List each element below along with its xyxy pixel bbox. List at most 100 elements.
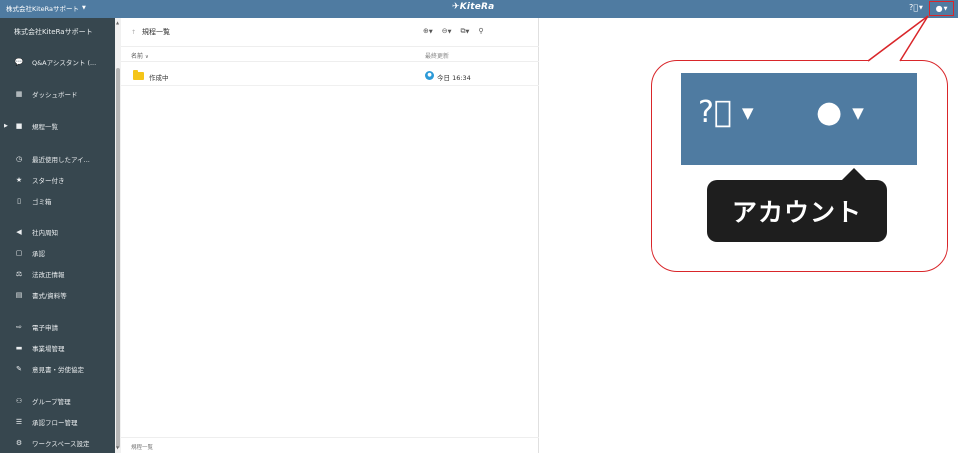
sidebar-item-groups[interactable]: ⚇ グループ管理: [0, 394, 115, 408]
sidebar-item-label: ワークスペース設定: [32, 440, 90, 448]
account-tooltip: アカウント: [707, 168, 887, 242]
sidebar-item-label: 承認: [32, 250, 45, 258]
sidebar-item-approval-flows[interactable]: ☰ 承認フロー管理: [0, 415, 115, 429]
dashboard-icon: ▦: [15, 90, 23, 98]
chevron-down-icon: ▼: [852, 103, 864, 122]
gear-icon: ⚙: [15, 439, 23, 447]
account-menu-button[interactable]: ● ▼: [929, 1, 954, 16]
sidebar-item-rules[interactable]: ▶ ■ 規程一覧: [0, 119, 115, 133]
scroll-up-icon[interactable]: ▲: [116, 20, 119, 25]
chevron-down-icon: ▼: [919, 4, 923, 11]
toolbar: ⊕▼ ⊖▼ ⧉▼ ⚲: [423, 27, 483, 36]
org-switcher[interactable]: 株式会社KiteRaサポート ▼: [6, 3, 86, 13]
arrow-up-icon[interactable]: ↑: [131, 29, 136, 36]
flow-icon: ☰: [15, 418, 23, 426]
building-icon: ▬: [15, 344, 23, 352]
sidebar-item-label: 最近使用したアイ...: [32, 156, 90, 164]
document-icon: ▤: [15, 291, 23, 299]
sidebar-item-label: ゴミ箱: [32, 198, 52, 206]
sidebar-item-label: 社内周知: [32, 229, 58, 237]
column-header-label: 名前: [131, 53, 144, 60]
chevron-right-icon[interactable]: ▶: [4, 123, 8, 129]
kite-icon: ✈: [452, 2, 460, 12]
approve-icon: ▢: [15, 249, 23, 257]
chevron-down-icon: ▼: [465, 29, 470, 35]
avatar: ●: [425, 71, 434, 80]
logo-text: KiteRa: [459, 2, 495, 12]
table-header: 名前 ∨ 最終更新: [121, 46, 539, 62]
sidebar-org-name[interactable]: 株式会社KiteRaサポート: [14, 27, 93, 37]
footer-label: 規程一覧: [131, 445, 154, 451]
sidebar-item-label: 法改正情報: [32, 271, 65, 279]
sidebar-item-workplaces[interactable]: ▬ 事業場管理: [0, 341, 115, 355]
sidebar-item-e-application[interactable]: ⇨ 電子申請: [0, 320, 115, 334]
sidebar-item-label: 書式/資料等: [32, 292, 67, 300]
sidebar-item-label: 事業場管理: [32, 345, 65, 353]
zoomed-account-button: ● ▼: [816, 98, 864, 128]
filter-button[interactable]: ⊖▼: [442, 27, 452, 36]
sidebar-item-workspace-settings[interactable]: ⚙ ワークスペース設定: [0, 436, 115, 450]
scrollbar-thumb[interactable]: [116, 68, 120, 448]
help-menu-button[interactable]: ?⃝ ▼: [909, 3, 923, 12]
column-header-updated[interactable]: 最終更新: [425, 51, 449, 60]
breadcrumb-current: 規程一覧: [142, 28, 171, 36]
chevron-down-icon: ▼: [943, 5, 948, 12]
breadcrumb: ↑ 規程一覧: [131, 27, 170, 37]
chevron-down-icon: ▼: [81, 5, 86, 11]
chevron-down-icon: ▼: [428, 29, 433, 35]
view-button[interactable]: ⧉▼: [460, 27, 469, 36]
pen-icon: ✎: [16, 365, 22, 373]
sidebar: 株式会社KiteRaサポート 💬 Q&Aアシスタント (... ▦ ダッシュボー…: [0, 18, 115, 453]
user-circle-icon: ●: [935, 4, 943, 13]
column-header-name[interactable]: 名前 ∨: [131, 51, 149, 60]
sidebar-item-labor-agreements[interactable]: ✎ 意見書・労使協定: [0, 362, 115, 376]
sidebar-item-dashboard[interactable]: ▦ ダッシュボード: [0, 87, 115, 101]
sidebar-item-label: 意見書・労使協定: [32, 366, 84, 374]
zoomed-help-button: ?⃝ ▼: [698, 98, 753, 128]
megaphone-icon: ◀: [16, 228, 22, 236]
e-application-icon: ⇨: [16, 323, 22, 331]
sidebar-item-label: 承認フロー管理: [32, 419, 78, 427]
status-footer: 規程一覧: [121, 437, 539, 453]
scale-icon: ⚖: [15, 270, 23, 278]
chevron-down-icon: ∨: [144, 54, 149, 60]
question-circle-icon: ?⃝: [698, 95, 732, 130]
user-circle-icon: ●: [816, 95, 843, 130]
table-row[interactable]: 作成中 ● 今日 16:34: [121, 68, 539, 86]
add-button[interactable]: ⊕▼: [423, 27, 433, 36]
clock-icon: ◷: [15, 155, 23, 163]
search-button[interactable]: ⚲: [478, 27, 483, 36]
search-icon: ⚲: [478, 27, 484, 35]
sidebar-item-documents[interactable]: ▤ 書式/資料等: [0, 288, 115, 302]
group-icon: ⚇: [15, 397, 23, 405]
scroll-down-icon[interactable]: ▼: [116, 445, 119, 450]
chevron-down-icon: ▼: [741, 103, 754, 122]
org-switcher-label: 株式会社KiteRaサポート: [6, 5, 79, 13]
question-circle-icon: ?⃝: [909, 3, 919, 12]
star-icon: ★: [15, 176, 23, 184]
zoomed-topbar: ?⃝ ▼ ● ▼: [681, 73, 917, 165]
sidebar-item-trash[interactable]: ▯ ゴミ箱: [0, 194, 115, 208]
folder-icon: [133, 70, 144, 80]
sidebar-item-label: 電子申請: [32, 324, 58, 332]
sidebar-item-approval[interactable]: ▢ 承認: [0, 246, 115, 260]
trash-icon: ▯: [17, 197, 21, 205]
chevron-down-icon: ▼: [447, 29, 452, 35]
sidebar-item-label: グループ管理: [32, 398, 71, 406]
top-bar: 株式会社KiteRaサポート ▼ ✈KiteRa ?⃝ ▼ ● ▼: [0, 0, 958, 18]
sidebar-item-label: スター付き: [32, 177, 65, 185]
folder-icon: ■: [15, 122, 23, 130]
sidebar-item-label: ダッシュボード: [32, 91, 78, 99]
app-logo[interactable]: ✈KiteRa: [452, 2, 494, 12]
row-name: 作成中: [149, 74, 169, 82]
file-list-panel: ↑ 規程一覧 ⊕▼ ⊖▼ ⧉▼ ⚲ 名前 ∨ 最終更新 作成中 ● 今日 16:…: [121, 18, 539, 453]
sidebar-item-starred[interactable]: ★ スター付き: [0, 173, 115, 187]
sidebar-item-recent[interactable]: ◷ 最近使用したアイ...: [0, 152, 115, 166]
sidebar-item-qa-assistant[interactable]: 💬 Q&Aアシスタント (...: [0, 55, 115, 69]
sidebar-item-law-updates[interactable]: ⚖ 法改正情報: [0, 267, 115, 281]
sidebar-item-label: 規程一覧: [32, 123, 58, 131]
sidebar-item-label: Q&Aアシスタント (...: [32, 59, 97, 67]
chat-icon: 💬: [14, 58, 24, 66]
sidebar-item-announcements[interactable]: ◀ 社内周知: [0, 225, 115, 239]
row-updated: 今日 16:34: [437, 74, 471, 82]
